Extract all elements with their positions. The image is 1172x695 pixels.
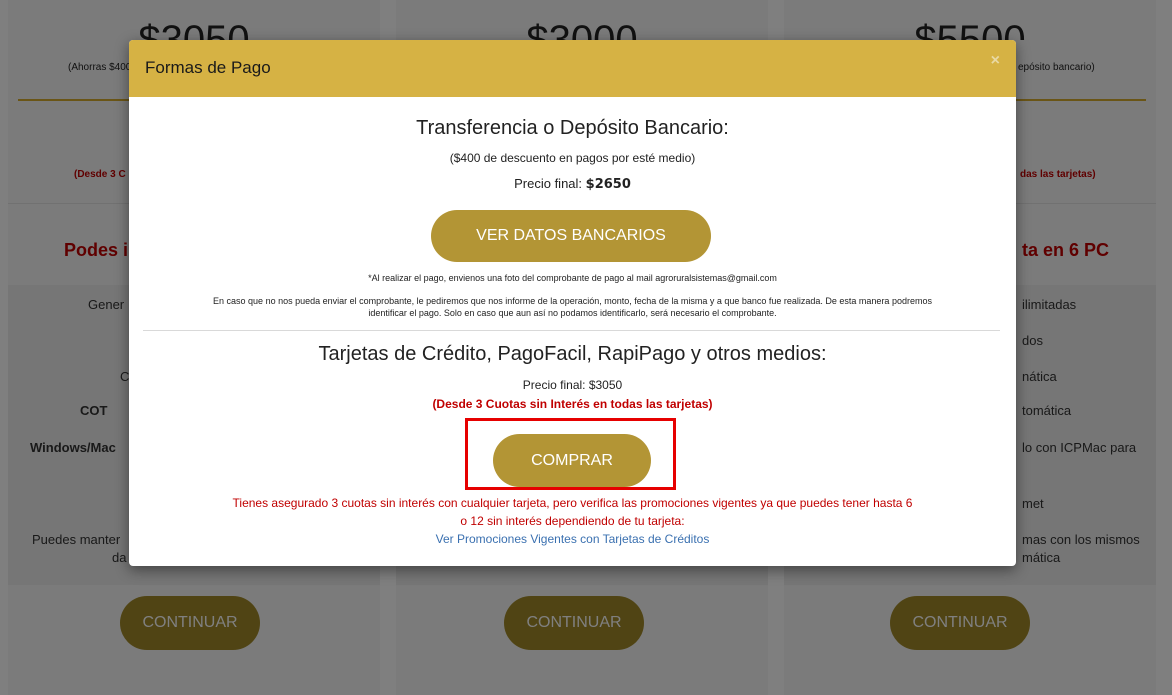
transfer-final-price: Precio final: $2650 [129,176,1016,192]
section-divider [143,330,1000,331]
cards-final-price: Precio final: $3050 [522,378,623,392]
transfer-section-title: Transferencia o Depósito Bancario: [416,117,729,139]
cards-installments-text: (Desde 3 Cuotas sin Interés en todas las… [432,397,713,411]
transfer-discount-text: ($400 de descuento en pagos por esté med… [449,151,696,165]
promotions-link[interactable]: Ver Promociones Vigentes con Tarjetas de… [436,532,710,546]
close-icon[interactable]: × [991,52,1000,70]
transfer-note: *Al realizar el pago, envienos una foto … [368,273,777,283]
transfer-note-line-2: identificar el pago. Solo en caso que au… [368,308,777,318]
modal-header: Formas de Pago × [129,40,1016,97]
cards-section-title: Tarjetas de Crédito, PagoFacil, RapiPago… [318,343,827,365]
payment-methods-modal: Formas de Pago × Transferencia o Depósit… [129,40,1016,566]
cards-warning-line-2: o 12 sin interés dependiendo de tu tarje… [460,514,685,528]
buy-button[interactable]: COMPRAR [493,434,651,487]
promo-link-row: Ver Promociones Vigentes con Tarjetas de… [129,532,1016,546]
final-price-value: $2650 [585,177,631,192]
final-price-label: Precio final: [514,176,586,191]
modal-title: Formas de Pago [145,58,271,77]
transfer-note-line-1: En caso que no nos pueda enviar el compr… [213,296,932,306]
cards-warning-line-1: Tienes asegurado 3 cuotas sin interés co… [232,496,913,510]
view-bank-details-button[interactable]: VER DATOS BANCARIOS [431,210,711,262]
